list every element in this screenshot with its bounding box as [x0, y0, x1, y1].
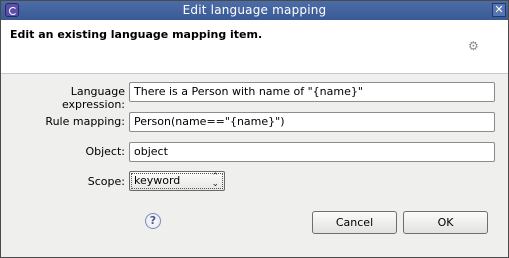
edit-language-mapping-dialog: Edit language mapping ✕ Edit an existing… [0, 0, 509, 258]
banner-message: Edit an existing language mapping item. [10, 28, 263, 41]
gear-icon: ⚙ [468, 39, 479, 53]
window-title: Edit language mapping [182, 3, 327, 17]
cancel-button[interactable]: Cancel [312, 211, 397, 234]
object-input[interactable]: object [129, 142, 495, 162]
updown-arrow-icon: ⌃ ⌄ [211, 172, 219, 189]
scope-label: Scope: [87, 175, 125, 188]
rule-mapping-input[interactable]: Person(name=="{name}") [129, 112, 495, 132]
close-icon[interactable]: ✕ [492, 3, 506, 17]
scope-selected-value: keyword [134, 174, 181, 187]
title-bar[interactable]: Edit language mapping ✕ [1, 1, 508, 20]
scope-select[interactable]: keyword ⌃ ⌄ [129, 171, 225, 191]
object-label: Object: [85, 145, 125, 158]
dialog-banner: Edit an existing language mapping item. … [1, 20, 508, 74]
rule-mapping-label: Rule mapping: [45, 115, 125, 128]
language-expression-label: Language expression: [61, 85, 125, 111]
help-icon[interactable]: ? [145, 213, 161, 229]
ok-button[interactable]: OK [403, 211, 488, 234]
language-expression-input[interactable]: There is a Person with name of "{name}" [129, 82, 495, 102]
